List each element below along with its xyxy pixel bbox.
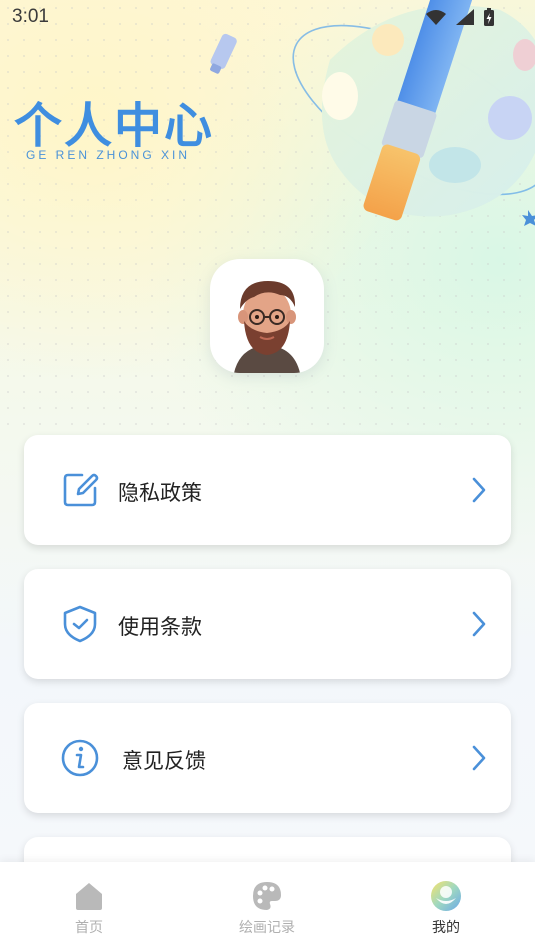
menu-item-privacy-policy[interactable]: 隐私政策 <box>24 435 511 545</box>
chevron-right-icon <box>472 745 486 771</box>
chevron-right-icon <box>472 611 486 637</box>
wifi-icon <box>426 10 446 25</box>
info-icon <box>61 739 99 777</box>
status-time: 3:01 <box>12 6 49 27</box>
page-title: 个人中心 <box>14 98 215 154</box>
menu-item-feedback[interactable]: 意见反馈 <box>24 703 511 813</box>
tab-mine[interactable]: 我的 <box>376 862 516 951</box>
bottom-tab-bar: 首页 绘画记录 我的 <box>0 862 535 951</box>
page-subtitle: GE REN ZHONG XIN <box>26 148 191 162</box>
status-icons <box>425 7 495 27</box>
avatar-illustration <box>234 281 300 373</box>
menu-item-label: 意见反馈 <box>122 749 206 773</box>
menu-item-terms-of-use[interactable]: 使用条款 <box>24 569 511 679</box>
profile-screen: 3:01 个人中心 GE REN ZHONG XIN 隐私政策 使用条款 意见反… <box>0 0 535 951</box>
profile-icon <box>431 881 461 911</box>
battery-icon <box>484 8 494 26</box>
home-icon <box>76 883 102 910</box>
avatar[interactable] <box>210 259 324 373</box>
tab-drawing-history[interactable]: 绘画记录 <box>197 862 337 951</box>
chevron-right-icon <box>472 477 486 503</box>
tab-label: 首页 <box>75 920 103 936</box>
tab-label: 我的 <box>432 920 460 936</box>
palette-icon <box>253 882 281 910</box>
edit-icon <box>63 473 99 507</box>
menu-item-label: 隐私政策 <box>118 481 202 505</box>
shield-check-icon <box>63 605 97 643</box>
signal-icon <box>456 9 474 25</box>
menu-item-label: 使用条款 <box>118 615 202 639</box>
tab-label: 绘画记录 <box>239 920 295 936</box>
tab-home[interactable]: 首页 <box>19 862 159 951</box>
